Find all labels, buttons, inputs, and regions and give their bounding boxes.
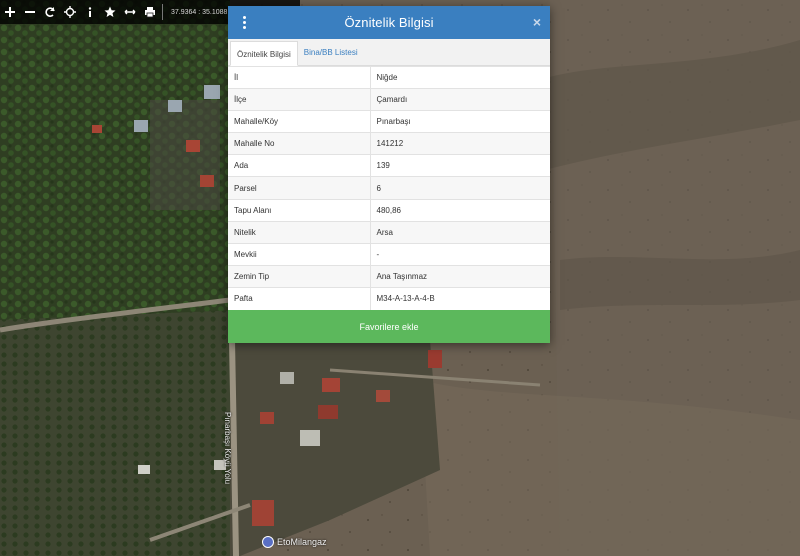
print-icon[interactable] [140,0,160,24]
close-icon[interactable]: × [533,14,541,30]
poi-icon [262,536,274,548]
add-favorite-button[interactable]: Favorilere ekle [228,310,550,343]
row-key: Ada [228,154,371,177]
row-value: 480,86 [370,198,550,222]
refresh-icon[interactable] [40,0,60,24]
attribute-info-modal: Öznitelik Bilgisi × Öznitelik Bilgisi Bi… [228,6,550,343]
row-value: Çamardı [370,88,550,111]
row-key: İlçe [228,88,371,111]
toolbar-divider [162,4,163,20]
measure-icon[interactable] [120,0,140,24]
table-row: Mahalle/Köy Pınarbaşı [228,110,550,133]
row-value: M34-A-13-A-4-B [370,286,550,310]
row-key: Mahalle No [228,132,371,155]
crosshair-icon[interactable] [60,0,80,24]
row-key: Nitelik [228,220,371,244]
row-key: Mahalle/Köy [228,110,371,133]
tab-building-list[interactable]: Bina/BB Listesi [298,40,364,65]
menu-icon[interactable] [238,15,250,31]
modal-header: Öznitelik Bilgisi × [228,6,550,39]
table-row: Parsel 6 [228,176,550,200]
table-row: Mevkii - [228,242,550,266]
minus-icon[interactable] [20,0,40,24]
table-row: İl Niğde [228,65,550,89]
road-label: Pınarbaşı Köyü Yolu [223,412,232,485]
row-key: Pafta [228,286,371,310]
coordinate-readout: 37.9364 : 35.1088 [171,8,228,16]
row-value: 6 [370,176,550,200]
info-icon[interactable] [80,0,100,24]
table-row: İlçe Çamardı [228,88,550,111]
attribute-table: İl Niğde İlçe Çamardı Mahalle/Köy Pınarbaşı… [228,65,550,310]
tab-attribute-info[interactable]: Öznitelik Bilgisi [230,41,298,66]
row-value: Niğde [370,65,550,89]
table-row: Nitelik Arsa [228,220,550,244]
row-value: Arsa [370,220,550,244]
row-value: 139 [370,154,550,177]
poi-label: EtoMilangaz [277,537,327,547]
row-key: Parsel [228,176,371,200]
row-value: Pınarbaşı [370,110,550,133]
plus-icon[interactable] [0,0,20,24]
row-key: İl [228,65,371,89]
row-key: Tapu Alanı [228,198,371,222]
poi-marker[interactable]: EtoMilangaz [262,536,327,548]
table-row: Tapu Alanı 480,86 [228,198,550,222]
row-value: - [370,242,550,266]
modal-title: Öznitelik Bilgisi [344,15,434,30]
table-row: Mahalle No 141212 [228,132,550,155]
table-row: Ada 139 [228,154,550,177]
table-row: Zemin Tip Ana Taşınmaz [228,264,550,288]
row-value: Ana Taşınmaz [370,264,550,288]
row-key: Mevkii [228,242,371,266]
row-key: Zemin Tip [228,264,371,288]
modal-tabs: Öznitelik Bilgisi Bina/BB Listesi [228,39,550,66]
table-row: Pafta M34-A-13-A-4-B [228,286,550,310]
star-icon[interactable] [100,0,120,24]
row-value: 141212 [370,132,550,155]
